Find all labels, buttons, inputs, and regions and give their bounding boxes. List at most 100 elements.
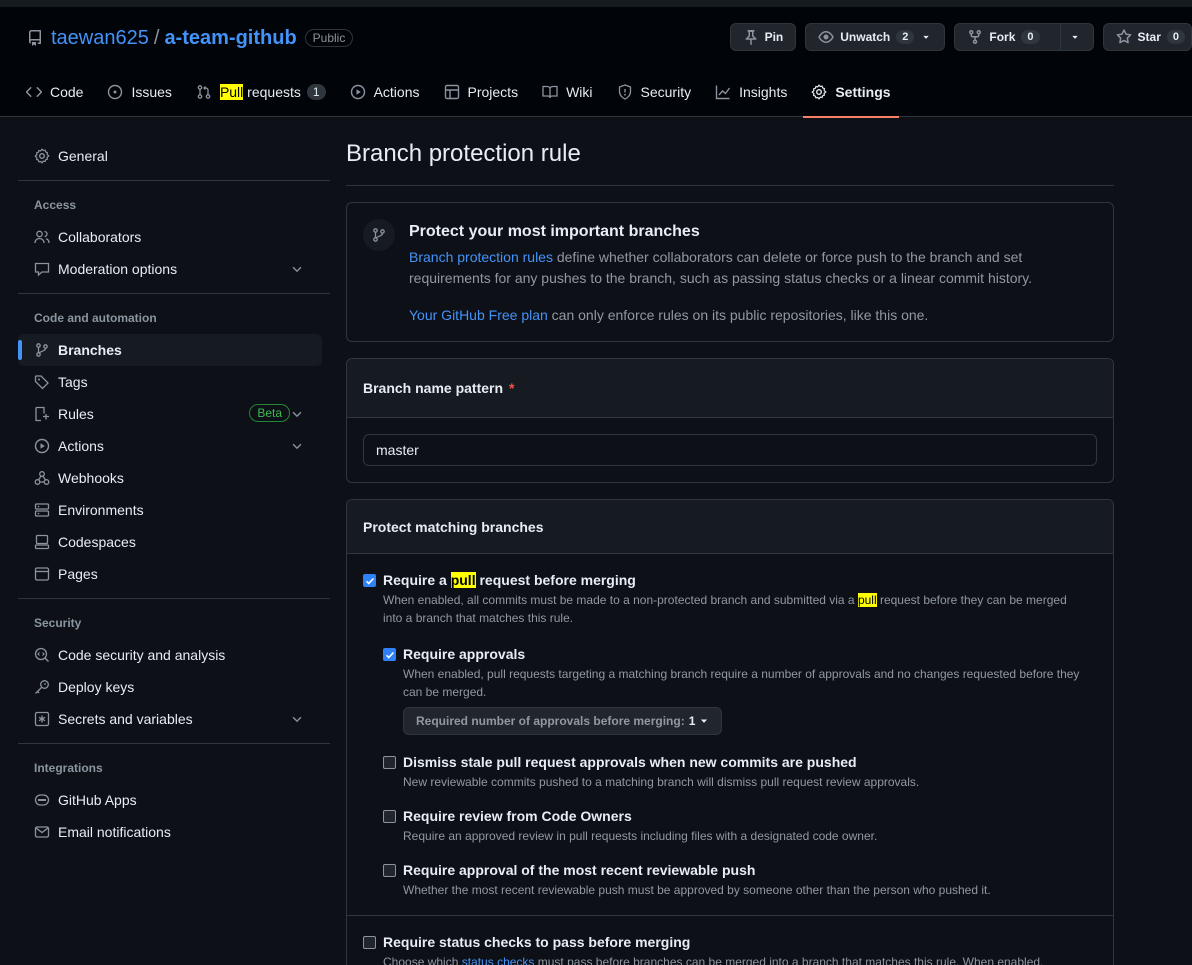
tab-pull-requests[interactable]: Pull requests 1 (188, 67, 334, 117)
sidebar-item-pages[interactable]: Pages (18, 558, 330, 590)
branch-pattern-header: Branch name pattern * (347, 359, 1113, 418)
option-require-approvals: Require approvals When enabled, pull req… (383, 645, 1113, 735)
sidebar-item-email-notifications[interactable]: Email notifications (18, 816, 330, 848)
branch-pattern-input[interactable]: master (363, 434, 1097, 466)
tab-code[interactable]: Code (18, 67, 91, 117)
sidebar-item-label: Codespaces (58, 534, 136, 550)
star-button[interactable]: Star 0 (1102, 23, 1192, 51)
option-status-checks: Require status checks to pass before mer… (347, 933, 1113, 965)
repo-name-link[interactable]: a-team-github (164, 27, 296, 50)
sidebar-item-label: Webhooks (58, 470, 124, 486)
fork-button[interactable]: Fork 0 (954, 23, 1094, 51)
code-owners-desc: Require an approved review in pull reque… (403, 829, 878, 843)
sidebar-item-deploy-keys[interactable]: Deploy keys (18, 671, 330, 703)
chevron-down-icon[interactable] (290, 262, 304, 276)
require-pr-label-highlight: pull (450, 572, 476, 588)
dismiss-stale-checkbox[interactable] (383, 756, 396, 769)
pin-button[interactable]: Pin (729, 23, 797, 51)
sidebar-heading-code: Code and automation (34, 311, 157, 325)
tab-insights-label: Insights (739, 84, 788, 100)
sidebar-item-collaborators[interactable]: Collaborators (18, 221, 330, 253)
info-title: Protect your most important branches (409, 223, 700, 240)
shield-icon (618, 84, 631, 100)
browser-icon (34, 567, 50, 581)
check-icon (365, 577, 374, 585)
tab-security[interactable]: Security (609, 67, 700, 117)
codespaces-icon (34, 534, 50, 550)
status-checks-desc-post: must pass before branches can be merged … (534, 955, 1044, 965)
sidebar-item-label: Email notifications (58, 824, 171, 840)
tab-projects[interactable]: Projects (436, 67, 527, 117)
tab-issues[interactable]: Issues (99, 67, 179, 117)
sidebar-item-webhooks[interactable]: Webhooks (18, 462, 330, 494)
chevron-down-icon[interactable] (290, 407, 304, 421)
unwatch-button[interactable]: Unwatch 2 (805, 23, 946, 51)
sidebar-item-secrets[interactable]: Secrets and variables (18, 703, 330, 735)
sidebar-divider (18, 598, 330, 599)
sidebar-item-code-security[interactable]: Code security and analysis (18, 639, 330, 671)
sidebar-item-rules[interactable]: Rules Beta (18, 398, 330, 430)
approvals-select-value: 1 (688, 714, 696, 728)
approvals-select-label: Required number of approvals before merg… (416, 714, 685, 728)
tab-actions[interactable]: Actions (342, 67, 428, 117)
require-pr-checkbox[interactable] (363, 574, 376, 587)
people-icon (34, 230, 50, 244)
chevron-down-icon[interactable] (290, 439, 304, 453)
tab-settings[interactable]: Settings (803, 67, 899, 118)
caret-down-icon (923, 35, 930, 39)
protect-branches-box: Protect matching branches Require a pull… (346, 499, 1114, 965)
branch-pattern-box: Branch name pattern * master (346, 358, 1114, 483)
pull-request-icon (197, 85, 211, 99)
sidebar-item-github-apps[interactable]: GitHub Apps (18, 784, 330, 816)
fork-dropdown[interactable] (1059, 23, 1081, 51)
approvals-count-select[interactable]: Required number of approvals before merg… (403, 707, 723, 735)
sidebar-item-tags[interactable]: Tags (18, 366, 330, 398)
issue-icon (108, 84, 123, 100)
status-checks-link[interactable]: status checks (462, 955, 535, 965)
option-dismiss-stale: Dismiss stale pull request approvals whe… (383, 753, 1113, 791)
repo-slash: / (153, 26, 160, 49)
star-count: 0 (1166, 30, 1185, 44)
sidebar-item-environments[interactable]: Environments (18, 494, 330, 526)
sidebar-item-general[interactable]: General (18, 140, 330, 172)
free-plan-link[interactable]: Your GitHub Free plan (409, 307, 548, 323)
plan-text: Your GitHub Free plan can only enforce r… (409, 305, 1097, 326)
code-owners-checkbox[interactable] (383, 810, 396, 823)
sidebar-item-label: GitHub Apps (58, 792, 137, 808)
recent-push-checkbox[interactable] (383, 864, 396, 877)
sidebar-item-label: Secrets and variables (58, 711, 193, 727)
table-icon (444, 84, 459, 100)
comment-icon (34, 262, 50, 277)
tab-projects-label: Projects (467, 84, 519, 100)
sidebar-item-moderation[interactable]: Moderation options (18, 253, 330, 285)
tab-wiki[interactable]: Wiki (534, 67, 600, 117)
sidebar-item-branches[interactable]: Branches (18, 334, 322, 366)
require-pr-desc-pre: When enabled, all commits must be made t… (383, 593, 858, 607)
chevron-down-icon[interactable] (290, 712, 304, 726)
sidebar-heading-integrations: Integrations (34, 761, 103, 775)
option-require-pr: Require a pull request before merging Wh… (347, 571, 1113, 899)
sidebar-item-codespaces[interactable]: Codespaces (18, 526, 330, 558)
sidebar-item-actions[interactable]: Actions (18, 430, 330, 462)
code-owners-label: Require review from Code Owners (403, 808, 632, 824)
repo-title: taewan625 / a-team-github Public (27, 26, 354, 50)
branch-protection-rules-link[interactable]: Branch protection rules (409, 249, 553, 265)
require-approvals-checkbox[interactable] (383, 648, 396, 661)
code-icon (26, 87, 42, 97)
repo-icon (27, 30, 43, 46)
repo-nav: Code Issues Pull requests 1 Actions Proj… (18, 67, 907, 118)
tab-pull-highlight: Pull (219, 84, 244, 100)
star-label: Star (1137, 30, 1161, 44)
sidebar-item-label: Deploy keys (58, 679, 135, 695)
fork-label: Fork (989, 30, 1016, 44)
status-checks-checkbox[interactable] (363, 936, 376, 949)
repo-owner-link[interactable]: taewan625 (51, 27, 149, 50)
tab-insights[interactable]: Insights (707, 67, 795, 117)
status-checks-desc-pre: Choose which (383, 955, 462, 965)
sidebar-item-label: Rules (58, 406, 94, 422)
option-recent-push: Require approval of the most recent revi… (383, 861, 1113, 899)
sidebar-item-label: Environments (58, 502, 144, 518)
recent-push-desc: Whether the most recent reviewable push … (403, 883, 991, 897)
pin-label: Pin (764, 30, 784, 44)
plan-text-body: can only enforce rules on its public rep… (547, 307, 929, 323)
